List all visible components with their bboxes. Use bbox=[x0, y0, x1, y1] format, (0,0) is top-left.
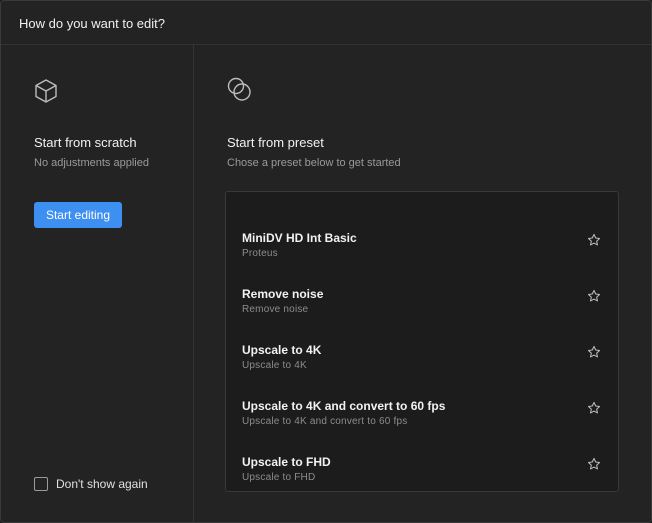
dont-show-again-label[interactable]: Don't show again bbox=[56, 477, 148, 491]
scratch-heading: Start from scratch bbox=[34, 135, 137, 150]
preset-name: Upscale to 4K bbox=[242, 343, 322, 357]
edit-mode-dialog: How do you want to edit? Start from scra… bbox=[0, 0, 652, 523]
list-item[interactable]: Upscale to 4K and convert to 60 fps Upsc… bbox=[226, 399, 618, 455]
overlapping-circles-icon bbox=[226, 76, 254, 109]
star-icon[interactable] bbox=[587, 345, 601, 359]
preset-description: Proteus bbox=[242, 248, 278, 259]
list-item[interactable]: Remove noise Remove noise bbox=[226, 287, 618, 343]
list-item[interactable]: Upscale to 4K Upscale to 4K bbox=[226, 343, 618, 399]
dont-show-again-checkbox[interactable] bbox=[34, 477, 48, 491]
star-icon[interactable] bbox=[587, 457, 601, 471]
preset-name: Upscale to FHD bbox=[242, 455, 331, 469]
preset-name: Remove noise bbox=[242, 287, 324, 301]
start-editing-button[interactable]: Start editing bbox=[34, 202, 122, 228]
preset-panel: Start from preset Chose a preset below t… bbox=[195, 45, 651, 522]
star-icon[interactable] bbox=[587, 289, 601, 303]
scratch-subtitle: No adjustments applied bbox=[34, 157, 149, 169]
preset-description: Upscale to 4K bbox=[242, 360, 307, 371]
preset-name: MiniDV HD Int Basic bbox=[242, 231, 357, 245]
cube-icon bbox=[33, 78, 59, 109]
preset-subtitle: Chose a preset below to get started bbox=[227, 157, 401, 169]
list-item[interactable]: Upscale to FHD Upscale to FHD bbox=[226, 455, 618, 511]
scratch-panel: Start from scratch No adjustments applie… bbox=[1, 45, 194, 522]
preset-description: Upscale to 4K and convert to 60 fps bbox=[242, 416, 408, 427]
list-item[interactable]: MiniDV HD Int Basic Proteus bbox=[226, 231, 618, 287]
dont-show-again-row[interactable]: Don't show again bbox=[34, 477, 148, 491]
preset-description: Remove noise bbox=[242, 304, 309, 315]
dialog-title: How do you want to edit? bbox=[19, 16, 165, 31]
preset-list[interactable]: MiniDV HD Int Basic Proteus Remove noise… bbox=[225, 191, 619, 492]
preset-description: Upscale to FHD bbox=[242, 472, 316, 483]
star-icon[interactable] bbox=[587, 233, 601, 247]
star-icon[interactable] bbox=[587, 401, 601, 415]
preset-heading: Start from preset bbox=[227, 135, 324, 150]
dialog-titlebar: How do you want to edit? bbox=[1, 1, 651, 45]
preset-name: Upscale to 4K and convert to 60 fps bbox=[242, 399, 446, 413]
